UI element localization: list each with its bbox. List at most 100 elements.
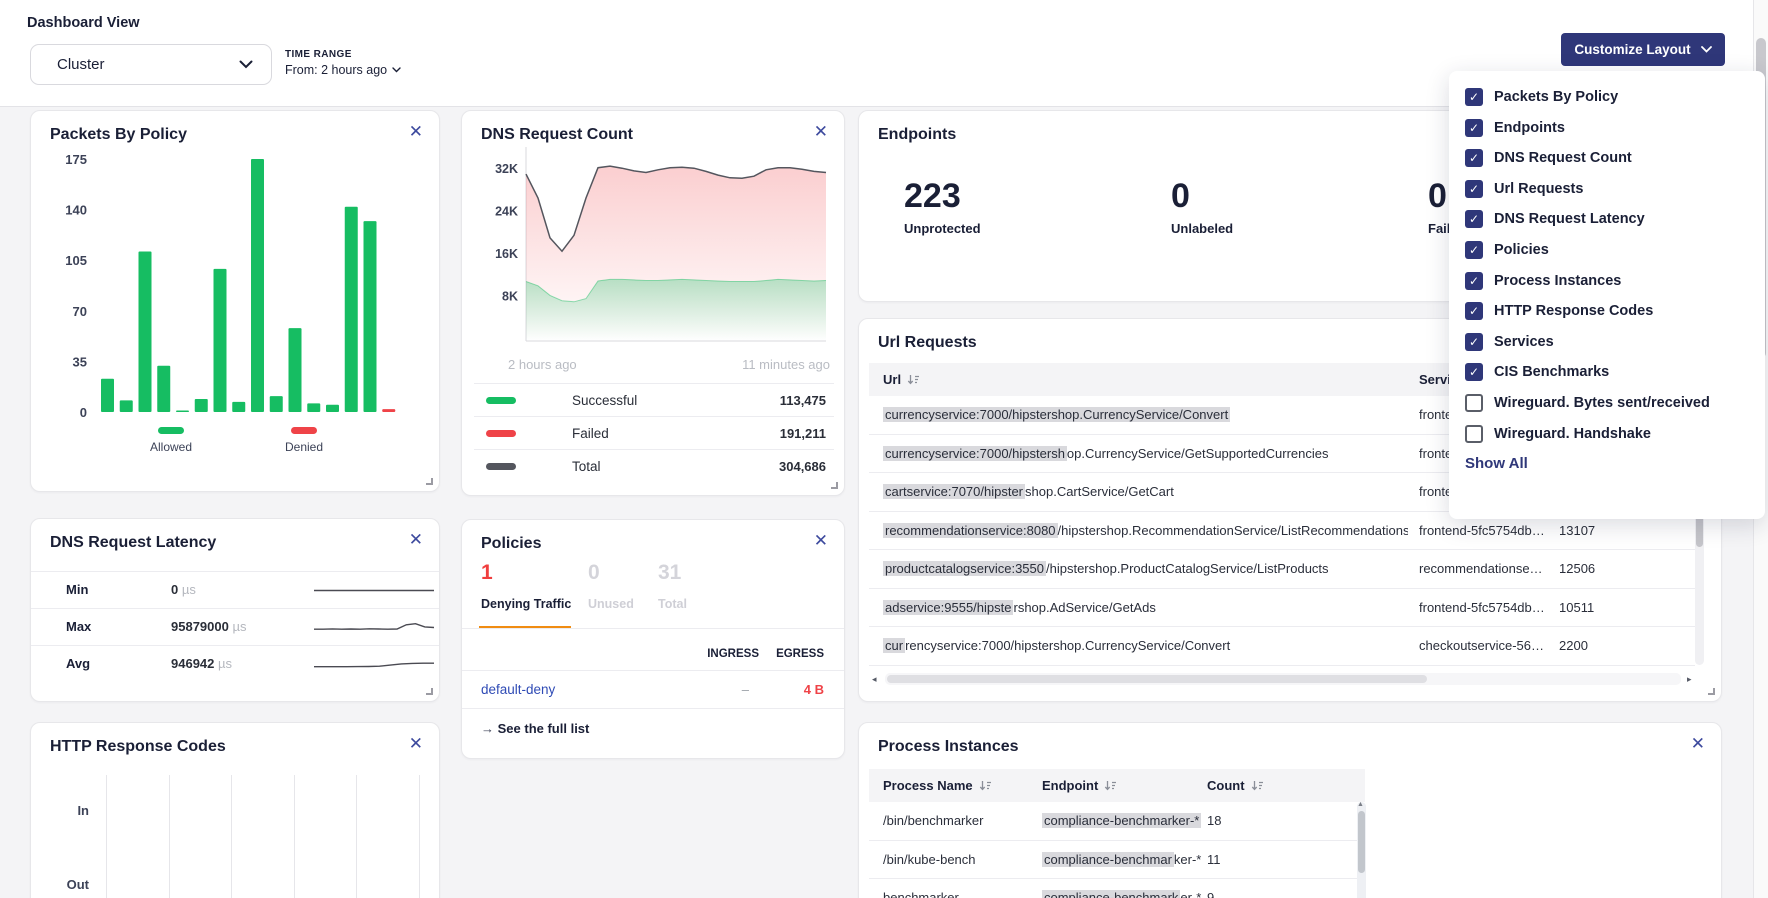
count-column-header[interactable]: Count	[1207, 778, 1264, 793]
latency-stat-value: 0 µs	[171, 582, 196, 597]
url-horizontal-scrollbar[interactable]	[885, 673, 1681, 685]
egress-column-header: EGRESS	[776, 648, 824, 660]
legend-row: Successful113,475	[474, 383, 834, 416]
customize-layout-label: Customize Layout	[1574, 42, 1690, 57]
policies-tab[interactable]: 31Total	[658, 562, 687, 611]
policies-tab[interactable]: 1Denying Traffic	[481, 562, 571, 611]
checkbox-checked-icon[interactable]: ✓	[1465, 272, 1483, 290]
time-range-value[interactable]: From: 2 hours ago	[285, 63, 401, 77]
customize-menu-item[interactable]: ✓Process Instances	[1465, 272, 1749, 290]
page-title: Dashboard View	[27, 15, 140, 31]
packets-by-policy-chart: 17514010570350AllowedDenied	[43, 139, 429, 469]
policy-link-default-deny[interactable]: default-deny	[481, 682, 555, 697]
customize-menu-item[interactable]: ✓ Policies	[1465, 241, 1749, 259]
checkbox-unchecked-icon[interactable]	[1465, 425, 1483, 443]
svg-text:Allowed: Allowed	[150, 440, 192, 454]
policies-tab[interactable]: 0Unused	[588, 562, 634, 611]
legend-value: 191,211	[780, 426, 826, 441]
tab-value: 31	[658, 562, 687, 583]
card-dns-request-latency: DNS Request Latency ✕ Min0 µsMax95879000…	[30, 518, 440, 702]
url-cell: recommendationservice:8080/hipstershop.R…	[883, 523, 1408, 538]
checkbox-unchecked-icon[interactable]	[1465, 394, 1483, 412]
close-icon[interactable]: ✕	[814, 123, 828, 140]
checkbox-checked-icon[interactable]: ✓	[1465, 88, 1483, 106]
checkbox-checked-icon[interactable]: ✓	[1465, 180, 1483, 198]
resize-handle[interactable]	[426, 688, 433, 695]
customize-menu-item[interactable]: ✓ Endpoints	[1465, 119, 1749, 137]
close-icon[interactable]: ✕	[409, 531, 423, 548]
heatmap-gridline	[231, 775, 232, 898]
url-cell: adservice:9555/hipstershop.AdService/Get…	[883, 600, 1408, 615]
count-cell: 2200	[1559, 638, 1639, 653]
dashboard-viewport: Dashboard View Cluster TIME RANGE From: …	[0, 0, 1768, 898]
checkbox-checked-icon[interactable]: ✓	[1465, 119, 1483, 137]
endpoint-column-label: Endpoint	[1042, 778, 1098, 793]
latency-stat-value: 95879000 µs	[171, 619, 246, 634]
customize-menu-item[interactable]: ✓ Services	[1465, 333, 1749, 351]
metric-value: 223	[904, 179, 981, 213]
process-vertical-scrollbar[interactable]: ▲	[1357, 802, 1366, 898]
card-title: Url Requests	[878, 334, 977, 352]
menu-item-label: Services	[1494, 334, 1554, 350]
resize-handle[interactable]	[831, 482, 838, 489]
close-icon[interactable]: ✕	[409, 123, 423, 140]
scroll-right-icon[interactable]: ▸	[1687, 674, 1692, 685]
url-column-header[interactable]: Url	[883, 372, 920, 387]
latency-stat-label: Max	[66, 619, 91, 634]
menu-item-label: DNS Request Latency	[1494, 211, 1645, 227]
endpoint-column-header[interactable]: Endpoint	[1042, 778, 1117, 793]
close-icon[interactable]: ✕	[409, 735, 423, 752]
heatmap-gridline	[356, 775, 357, 898]
menu-item-label: Endpoints	[1494, 120, 1565, 136]
checkbox-checked-icon[interactable]: ✓	[1465, 210, 1483, 228]
resize-handle[interactable]	[1708, 688, 1715, 695]
url-cell: productcatalogservice:3550/hipstershop.P…	[883, 561, 1408, 576]
card-dns-request-count: DNS Request Count ✕ 8K16K24K32K 2 hours …	[461, 110, 845, 496]
svg-text:35: 35	[73, 354, 87, 369]
table-row: currencyservice:7000/hipstershop.Currenc…	[869, 627, 1695, 666]
customize-menu-item[interactable]: Wireguard. Bytes sent/received	[1465, 394, 1749, 412]
service-cell: frontend-5fc5754db…	[1419, 600, 1557, 615]
card-packets-by-policy: Packets By Policy ✕ 17514010570350Allowe…	[30, 110, 440, 492]
resize-handle[interactable]	[426, 478, 433, 485]
time-range: TIME RANGE From: 2 hours ago	[285, 49, 401, 77]
customize-menu-item[interactable]: ✓ DNS Request Latency	[1465, 210, 1749, 228]
checkbox-checked-icon[interactable]: ✓	[1465, 333, 1483, 351]
process-name-column-header[interactable]: Process Name	[883, 778, 992, 793]
checkbox-checked-icon[interactable]: ✓	[1465, 241, 1483, 259]
checkbox-checked-icon[interactable]: ✓	[1465, 363, 1483, 381]
url-cell: cartservice:7070/hipstershop.CartService…	[883, 484, 1408, 499]
customize-menu-item[interactable]: ✓Url Requests	[1465, 180, 1749, 198]
customize-layout-button[interactable]: Customize Layout	[1561, 33, 1725, 66]
customize-menu-item[interactable]: ✓DNS Request Count	[1465, 149, 1749, 167]
customize-menu-item[interactable]: ✓CIS Benchmarks	[1465, 363, 1749, 381]
menu-item-label: Policies	[1494, 242, 1549, 258]
close-icon[interactable]: ✕	[814, 532, 828, 549]
metric-label: Unlabeled	[1171, 221, 1233, 236]
see-full-list-link[interactable]: → See the full list	[481, 721, 589, 736]
table-row: benchmarkercompliance-benchmarker-*9	[869, 879, 1357, 898]
card-policies: Policies ✕ 1Denying Traffic0Unused31Tota…	[461, 519, 845, 759]
customize-menu-item[interactable]: Wireguard. Handshake	[1465, 425, 1749, 443]
scroll-up-icon[interactable]: ▲	[1357, 801, 1364, 808]
customize-layout-menu: ✓Packets By Policy✓Endpoints✓DNS Request…	[1449, 71, 1765, 519]
menu-item-label: Wireguard. Bytes sent/received	[1494, 395, 1710, 411]
checkbox-checked-icon[interactable]: ✓	[1465, 149, 1483, 167]
count-cell: 9	[1207, 890, 1267, 898]
card-title: Endpoints	[878, 126, 956, 144]
show-all-link[interactable]: Show All	[1465, 455, 1749, 472]
customize-menu-item[interactable]: ✓Packets By Policy	[1465, 88, 1749, 106]
checkbox-checked-icon[interactable]: ✓	[1465, 302, 1483, 320]
latency-row: Max 95879000 µs	[31, 608, 439, 645]
table-row: adservice:9555/hipstershop.AdService/Get…	[869, 589, 1695, 628]
legend-swatch	[486, 430, 516, 437]
latency-stat-value: 946942 µs	[171, 656, 232, 671]
latency-row: Min0 µs	[31, 571, 439, 608]
count-column-label: Count	[1207, 778, 1245, 793]
view-selector[interactable]: Cluster	[30, 44, 272, 85]
close-icon[interactable]: ✕	[1691, 735, 1705, 752]
customize-menu-item[interactable]: ✓HTTP Response Codes	[1465, 302, 1749, 320]
scroll-left-icon[interactable]: ◂	[872, 674, 877, 685]
url-cell: currencyservice:7000/hipstershop.Currenc…	[883, 407, 1408, 422]
dns-request-count-chart: 8K16K24K32K	[474, 141, 834, 353]
